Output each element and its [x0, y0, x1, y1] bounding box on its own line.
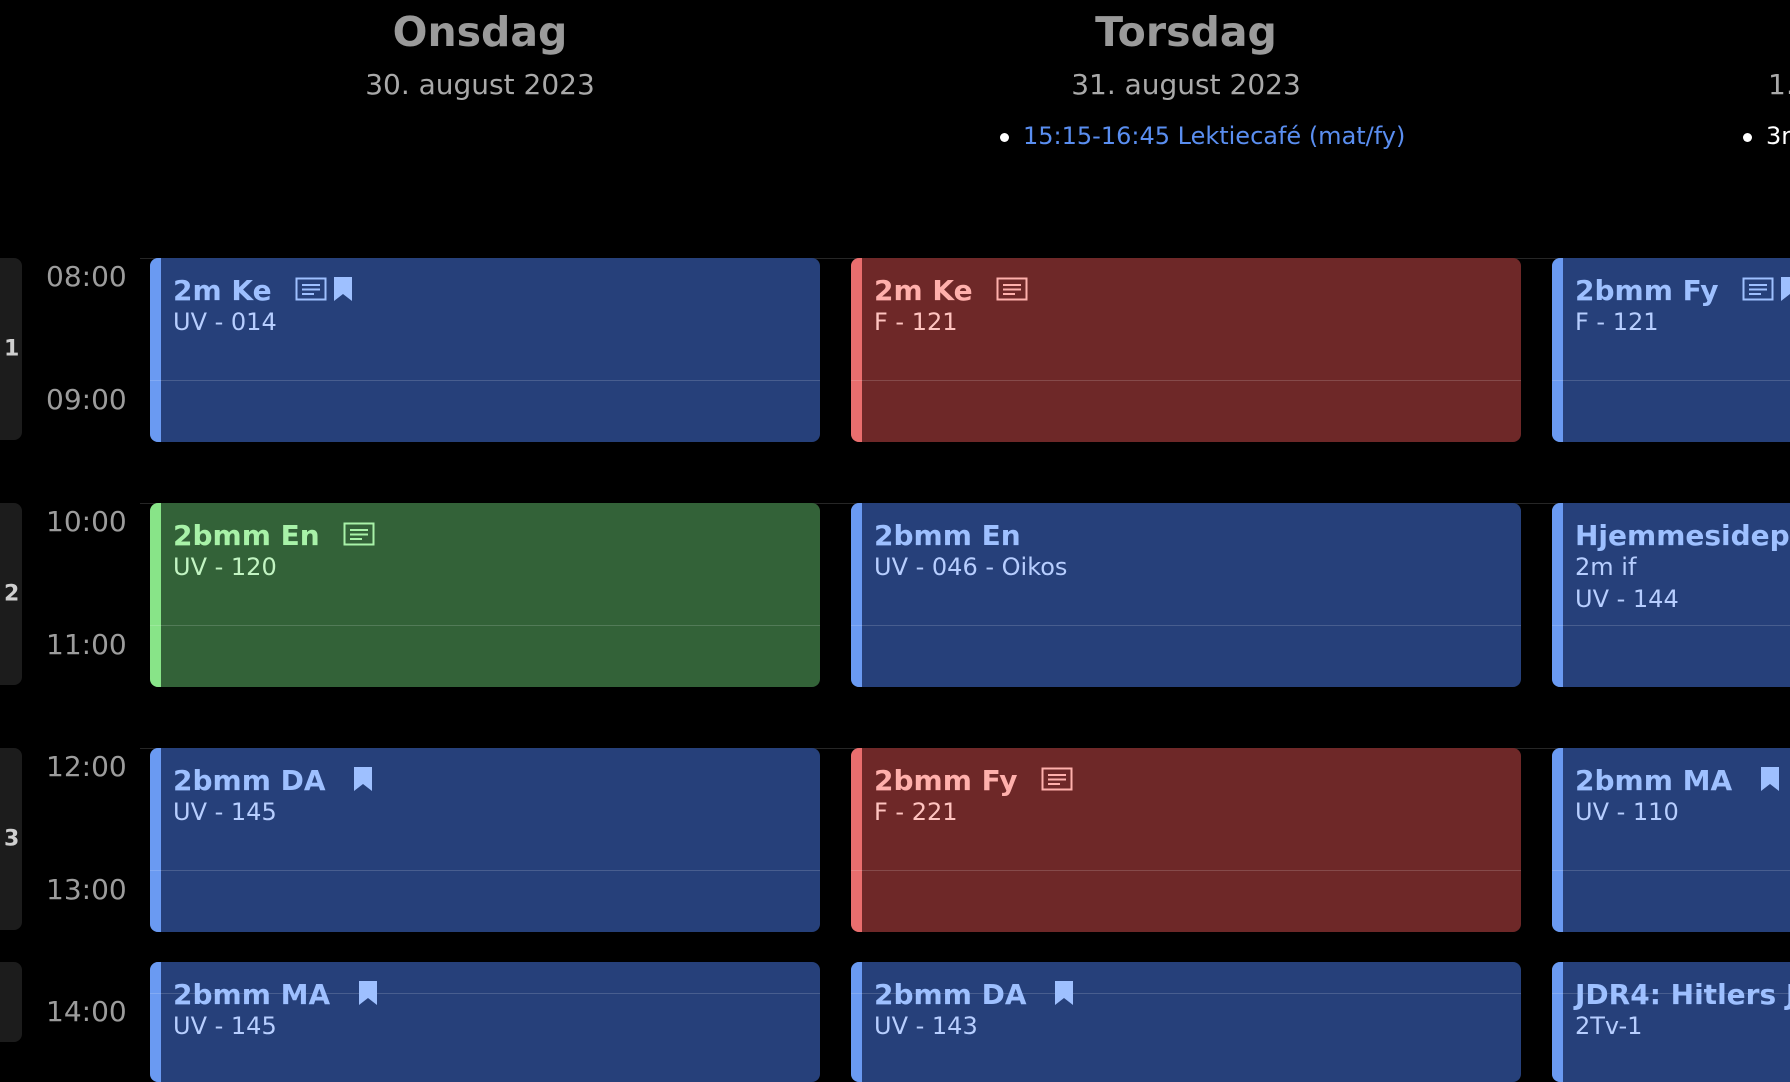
lesson-card[interactable]: 2bmm Fy F - 121	[1552, 258, 1790, 442]
time-label: 08:00	[46, 260, 127, 293]
time-label: 14:00	[46, 995, 127, 1028]
lesson-card[interactable]: 2bmm MA UV - 110	[1552, 748, 1790, 932]
notes-icon	[1041, 767, 1073, 791]
lesson-card[interactable]: Hjemmesidepro 2m if UV - 144	[1552, 503, 1790, 687]
bookmark-icon	[1760, 767, 1779, 791]
lesson-room: UV - 145	[173, 1012, 277, 1040]
lesson-title: Hjemmesidepro	[1575, 519, 1790, 552]
lesson-card[interactable]: 2bmm Fy F - 221	[851, 748, 1521, 932]
lesson-title: 2bmm MA	[173, 978, 378, 1011]
lesson-title: 2bmm Fy	[874, 764, 1073, 797]
time-label: 09:00	[46, 383, 127, 416]
lesson-room: UV - 046 - Oikos	[874, 553, 1068, 581]
lesson-title: 2m Ke	[874, 274, 1028, 307]
lesson-room: UV - 110	[1575, 798, 1679, 826]
lesson-group: 2Tv-1	[1575, 1012, 1643, 1040]
time-label: 10:00	[46, 505, 127, 538]
lesson-title: 2bmm Fy	[1575, 274, 1790, 307]
time-label: 13:00	[46, 873, 127, 906]
day-header-wednesday: Onsdag 30. august 2023	[140, 0, 820, 150]
bullet-icon	[1000, 132, 1009, 142]
lesson-room: UV - 120	[173, 553, 277, 581]
day-date: 30. august 2023	[365, 68, 595, 101]
day-note-link[interactable]: 3n	[1743, 122, 1790, 150]
notes-icon	[343, 522, 375, 546]
time-label: 11:00	[46, 628, 127, 661]
lesson-card[interactable]: 2bmm MA UV - 145	[150, 962, 820, 1082]
lesson-room: F - 121	[1575, 308, 1659, 336]
lesson-card[interactable]: 2bmm En UV - 046 - Oikos	[851, 503, 1521, 687]
lesson-room: UV - 145	[173, 798, 277, 826]
lesson-title: 2bmm En	[874, 519, 1021, 552]
bookmark-icon	[1781, 277, 1790, 301]
lesson-room: UV - 014	[173, 308, 277, 336]
day-date: 31. august 2023	[1071, 68, 1301, 101]
period-tab-3: 3	[0, 748, 22, 930]
day-note-link[interactable]: 15:15-16:45 Lektiecafé (mat/fy)	[1000, 122, 1405, 150]
period-tab-1: 1	[0, 258, 22, 440]
bookmark-icon	[358, 981, 377, 1005]
bookmark-icon	[334, 277, 353, 301]
lesson-title: 2bmm DA	[874, 978, 1074, 1011]
lesson-room: F - 121	[874, 308, 958, 336]
lesson-card[interactable]: 2bmm En UV - 120	[150, 503, 820, 687]
lesson-card[interactable]: 2bmm DA UV - 145	[150, 748, 820, 932]
period-tab-2: 2	[0, 503, 22, 685]
notes-icon	[996, 277, 1028, 301]
lesson-room: F - 221	[874, 798, 958, 826]
day-date: 1.	[1768, 68, 1790, 101]
lesson-title: 2bmm DA	[173, 764, 373, 797]
lesson-room: UV - 144	[1575, 585, 1679, 613]
day-name: Onsdag	[392, 8, 568, 56]
lesson-card[interactable]: 2bmm DA UV - 143	[851, 962, 1521, 1082]
lesson-card[interactable]: 2m Ke F - 121	[851, 258, 1521, 442]
day-name: Torsdag	[1095, 8, 1277, 56]
lesson-card[interactable]: JDR4: Hitlers Ju 2Tv-1	[1552, 962, 1790, 1082]
time-label: 12:00	[46, 750, 127, 783]
lesson-title: JDR4: Hitlers Ju	[1575, 978, 1790, 1011]
lesson-title: 2bmm En	[173, 519, 375, 552]
lesson-title: 2m Ke	[173, 274, 353, 307]
notes-icon	[295, 277, 327, 301]
lesson-title: 2bmm MA	[1575, 764, 1780, 797]
bullet-icon	[1743, 132, 1752, 142]
bookmark-icon	[354, 767, 373, 791]
bookmark-icon	[1055, 981, 1074, 1005]
lesson-group: 2m if	[1575, 553, 1637, 581]
lesson-card[interactable]: 2m Ke UV - 014	[150, 258, 820, 442]
period-tab-4	[0, 962, 22, 1042]
notes-icon	[1742, 277, 1774, 301]
lesson-room: UV - 143	[874, 1012, 978, 1040]
